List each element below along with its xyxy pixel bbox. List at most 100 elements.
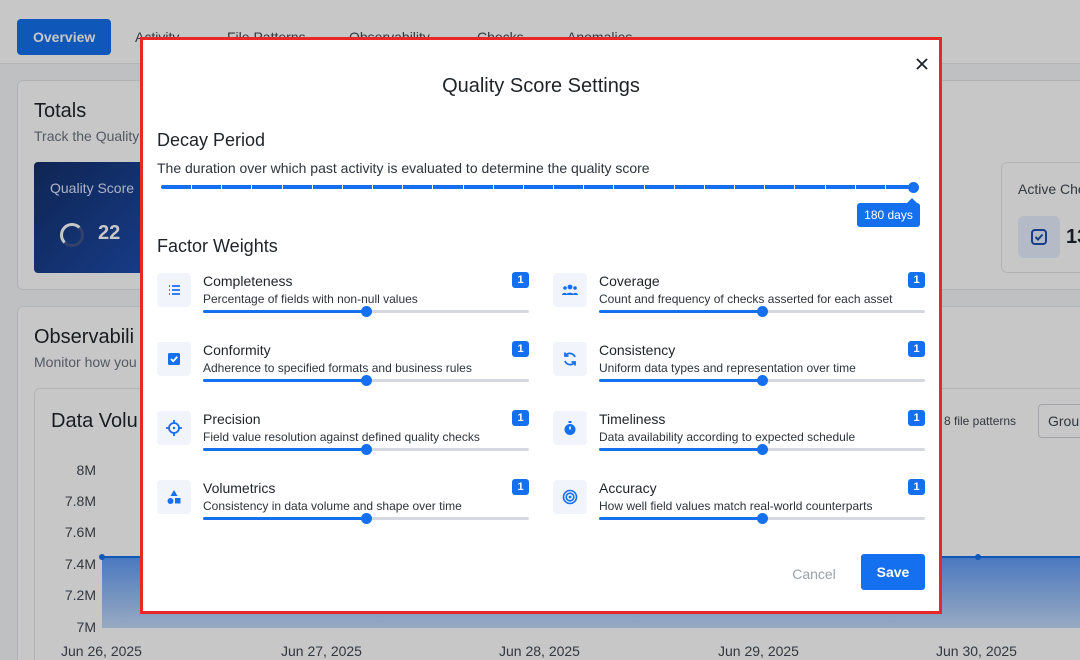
factor-name: Coverage <box>599 273 660 289</box>
checkbox-icon <box>157 342 191 376</box>
close-button[interactable] <box>912 54 932 74</box>
slider-tick <box>885 184 886 190</box>
factor-coverage: Coverage Count and frequency of checks as… <box>553 272 925 333</box>
slider-tick <box>221 184 222 190</box>
slider-tick <box>644 184 645 190</box>
crosshair-icon <box>157 411 191 445</box>
slider-tick <box>251 184 252 190</box>
slider-handle[interactable] <box>361 513 372 524</box>
modal-title: Quality Score Settings <box>442 75 640 97</box>
slider-tick <box>613 184 614 190</box>
slider-tick <box>523 184 524 190</box>
slider-handle[interactable] <box>361 306 372 317</box>
slider-handle[interactable] <box>757 513 768 524</box>
slider-tick <box>463 184 464 190</box>
factor-conformity: Conformity Adherence to specified formats… <box>157 341 529 402</box>
factor-weight-slider[interactable] <box>599 375 925 386</box>
shapes-icon <box>157 480 191 514</box>
factor-weight-value: 1 <box>512 341 529 357</box>
factor-timeliness: Timeliness Data availability according to… <box>553 410 925 471</box>
decay-period-value: 180 days <box>857 198 920 227</box>
slider-fill <box>599 310 762 313</box>
factor-weight-slider[interactable] <box>203 375 529 386</box>
quality-score-settings-modal: Quality Score Settings Decay Period The … <box>140 37 942 614</box>
slider-tick <box>191 184 192 190</box>
factor-name: Precision <box>203 411 261 427</box>
factor-weight-slider[interactable] <box>203 306 529 317</box>
factor-description: Data availability according to expected … <box>599 430 856 444</box>
factor-description: Consistency in data volume and shape ove… <box>203 499 462 513</box>
factor-volumetrics: Volumetrics Consistency in data volume an… <box>157 479 529 540</box>
factor-weight-value: 1 <box>908 479 925 495</box>
factor-description: Uniform data types and representation ov… <box>599 361 856 375</box>
factor-accuracy: Accuracy How well field values match real… <box>553 479 925 540</box>
factor-name: Volumetrics <box>203 480 276 496</box>
factor-name: Consistency <box>599 342 676 358</box>
slider-tick <box>825 184 826 190</box>
slider-tick <box>493 184 494 190</box>
factor-name: Completeness <box>203 273 293 289</box>
factor-description: Adherence to specified formats and busin… <box>203 361 472 375</box>
slider-tick <box>794 184 795 190</box>
factor-weight-slider[interactable] <box>599 306 925 317</box>
close-icon <box>916 58 928 70</box>
slider-handle[interactable] <box>757 375 768 386</box>
target-icon <box>553 480 587 514</box>
factor-weight-slider[interactable] <box>599 513 925 524</box>
factor-weight-slider[interactable] <box>203 513 529 524</box>
slider-handle[interactable] <box>757 444 768 455</box>
factor-name: Timeliness <box>599 411 666 427</box>
factor-weight-value: 1 <box>908 272 925 288</box>
slider-fill <box>203 448 366 451</box>
slider-tick <box>734 184 735 190</box>
slider-fill <box>203 379 366 382</box>
list-icon <box>157 273 191 307</box>
users-icon <box>553 273 587 307</box>
slider-tick <box>704 184 705 190</box>
decay-period-description: The duration over which past activity is… <box>157 160 650 176</box>
factor-description: Percentage of fields with non-null value… <box>203 292 418 306</box>
slider-handle[interactable] <box>757 306 768 317</box>
slider-tick <box>372 184 373 190</box>
slider-tick <box>674 184 675 190</box>
slider-tick <box>282 184 283 190</box>
slider-tick <box>855 184 856 190</box>
factor-precision: Precision Field value resolution against … <box>157 410 529 471</box>
slider-fill <box>599 517 762 520</box>
factor-description: How well field values match real-world c… <box>599 499 873 513</box>
slider-handle[interactable] <box>361 375 372 386</box>
decay-period-slider-handle[interactable] <box>908 182 919 193</box>
slider-fill <box>599 448 762 451</box>
slider-handle[interactable] <box>361 444 372 455</box>
factor-weight-value: 1 <box>908 410 925 426</box>
decay-period-slider[interactable] <box>161 184 915 190</box>
slider-tick <box>402 184 403 190</box>
slider-tick <box>432 184 433 190</box>
factor-weight-slider[interactable] <box>599 444 925 455</box>
factor-completeness: Completeness Percentage of fields with no… <box>157 272 529 333</box>
factor-weights-title: Factor Weights <box>157 236 278 256</box>
factor-name: Conformity <box>203 342 271 358</box>
factor-weight-value: 1 <box>512 479 529 495</box>
slider-fill <box>203 517 366 520</box>
slider-tick <box>764 184 765 190</box>
decay-period-title: Decay Period <box>157 130 266 150</box>
factor-weight-value: 1 <box>512 410 529 426</box>
factor-description: Count and frequency of checks asserted f… <box>599 292 893 306</box>
save-button[interactable]: Save <box>861 554 925 590</box>
factor-description: Field value resolution against defined q… <box>203 430 480 444</box>
factor-weight-value: 1 <box>908 341 925 357</box>
slider-tick <box>342 184 343 190</box>
cancel-button[interactable]: Cancel <box>780 557 848 591</box>
sync-icon <box>553 342 587 376</box>
slider-fill <box>599 379 762 382</box>
factor-name: Accuracy <box>599 480 657 496</box>
factor-consistency: Consistency Uniform data types and repres… <box>553 341 925 402</box>
stopwatch-icon <box>553 411 587 445</box>
slider-tick <box>553 184 554 190</box>
slider-tick <box>312 184 313 190</box>
factor-weight-value: 1 <box>512 272 529 288</box>
slider-fill <box>203 310 366 313</box>
slider-tick <box>583 184 584 190</box>
factor-weight-slider[interactable] <box>203 444 529 455</box>
